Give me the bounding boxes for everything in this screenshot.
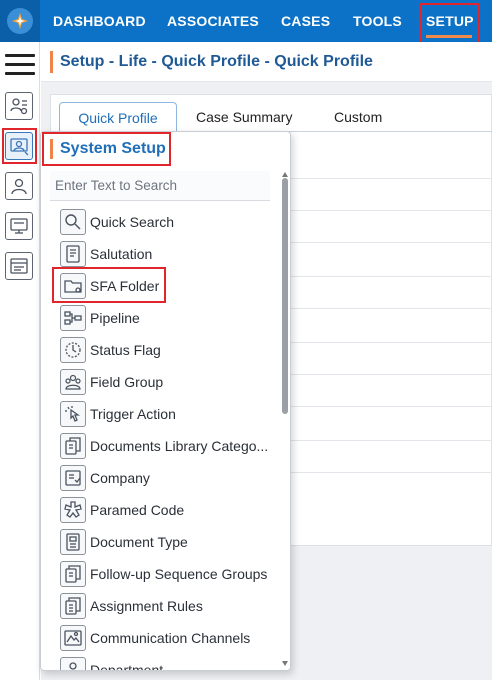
menu-item-department[interactable]: Department [41,654,281,671]
document-icon [60,241,86,267]
menu-item-status-flag[interactable]: Status Flag [41,334,281,366]
scroll-up-arrow-icon[interactable] [282,172,288,177]
communication-icon [60,625,86,651]
popup-scrollbar[interactable] [281,172,290,666]
menu-item-label: Document Type [90,534,188,550]
logo-star-icon [7,8,33,34]
nav-active-indicator [426,35,472,38]
sidebar-system-setup-icon[interactable] [5,132,33,160]
rules-icon [60,593,86,619]
folder-icon [60,273,86,299]
menu-item-company[interactable]: Company [41,462,281,494]
menu-item-quick-search[interactable]: Quick Search [41,206,281,238]
menu-item-label: Trigger Action [90,406,176,422]
menu-item-label: Follow-up Sequence Groups [90,566,268,582]
search-icon [60,209,86,235]
row-divider [290,374,492,375]
status-flag-icon [60,337,86,363]
menu-item-label: Assignment Rules [90,598,203,614]
menu-item-trigger-action[interactable]: Trigger Action [41,398,281,430]
menu-item-documents-library-category[interactable]: Documents Library Catego... [41,430,281,462]
sidebar-setup-profile-icon[interactable] [5,92,33,120]
sidebar-user-icon[interactable] [5,172,33,200]
menu-item-sfa-folder[interactable]: SFA Folder [41,270,281,302]
row-divider [290,308,492,309]
nav-associates[interactable]: ASSOCIATES [167,0,259,42]
breadcrumb-bar: Setup - Life - Quick Profile - Quick Pro… [41,42,492,82]
menu-item-label: Salutation [90,246,153,262]
menu-item-label: Pipeline [90,310,140,326]
menu-item-follow-up-sequence-groups[interactable]: Follow-up Sequence Groups [41,558,281,590]
medical-cross-icon [60,497,86,523]
menu-item-label: Documents Library Catego... [90,438,269,454]
pipeline-icon [60,305,86,331]
tab-custom[interactable]: Custom [334,102,382,132]
nav-tools[interactable]: TOOLS [353,0,402,42]
menu-item-label: Quick Search [90,214,175,230]
top-nav-bar: DASHBOARD ASSOCIATES CASES TOOLS SETUP [0,0,492,42]
row-divider [290,342,492,343]
popup-title: System Setup [60,140,166,157]
tab-quick-profile[interactable]: Quick Profile [59,102,177,132]
people-group-icon [60,369,86,395]
menu-item-label: Paramed Code [90,502,185,518]
row-divider [290,210,492,211]
menu-item-document-type[interactable]: Document Type [41,526,281,558]
nav-dashboard[interactable]: DASHBOARD [53,0,146,42]
menu-item-label: Status Flag [90,342,161,358]
breadcrumb-accent [50,51,53,73]
menu-item-salutation[interactable]: Salutation [41,238,281,270]
documents-library-icon [60,433,86,459]
row-divider [290,242,492,243]
sequence-icon [60,561,86,587]
scroll-down-arrow-icon[interactable] [282,661,288,666]
row-divider [290,406,492,407]
row-divider [290,472,492,473]
row-divider [290,276,492,277]
menu-item-label: SFA Folder [90,278,160,294]
popup-title-accent [50,139,53,159]
pointer-click-icon [60,401,86,427]
menu-item-assignment-rules[interactable]: Assignment Rules [41,590,281,622]
sidebar-window-icon[interactable] [5,252,33,280]
menu-item-label: Field Group [90,374,164,390]
company-icon [60,465,86,491]
row-divider [290,440,492,441]
menu-item-field-group[interactable]: Field Group [41,366,281,398]
nav-cases[interactable]: CASES [281,0,330,42]
menu-item-label: Department [90,662,164,671]
menu-item-label: Communication Channels [90,630,251,646]
system-setup-popup: System Setup Quick Search Salutation SFA… [40,131,291,671]
hamburger-menu-icon[interactable] [5,54,35,81]
menu-item-label: Company [90,470,150,486]
breadcrumb: Setup - Life - Quick Profile - Quick Pro… [60,53,373,70]
app-logo[interactable] [0,0,40,42]
document-type-icon [60,529,86,555]
menu-item-paramed-code[interactable]: Paramed Code [41,494,281,526]
row-divider [290,178,492,179]
sidebar-monitor-icon[interactable] [5,212,33,240]
tab-case-summary[interactable]: Case Summary [196,102,292,132]
search-input[interactable] [50,171,270,201]
left-sidebar [0,42,40,680]
menu-item-pipeline[interactable]: Pipeline [41,302,281,334]
department-icon [60,657,86,670]
scrollbar-thumb[interactable] [282,178,288,414]
menu-item-communication-channels[interactable]: Communication Channels [41,622,281,654]
